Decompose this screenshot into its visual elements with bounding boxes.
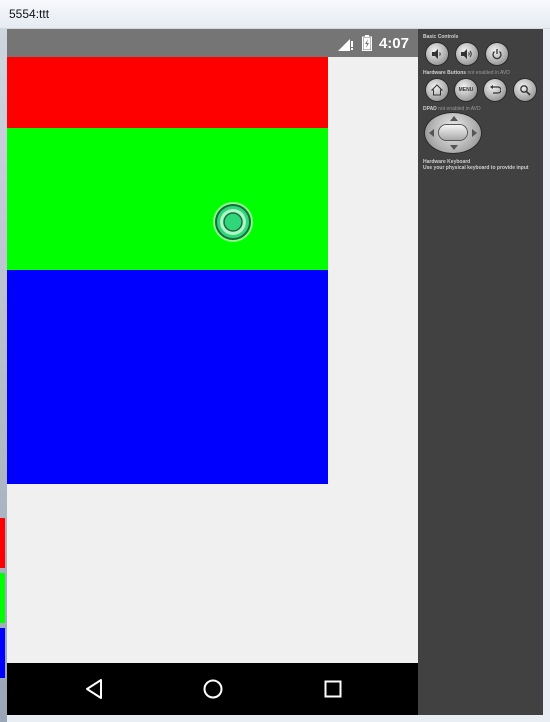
dpad-right-arrow-icon[interactable] (472, 129, 477, 137)
red-block[interactable] (7, 57, 328, 128)
dpad-label: DPAD not enabled in AVD (423, 106, 481, 112)
status-time: 4:07 (378, 35, 409, 52)
battery-icon (362, 35, 372, 51)
dpad-up-arrow-icon[interactable] (450, 116, 458, 121)
frame-green-strip (0, 573, 5, 623)
frame-red-strip (0, 518, 5, 568)
status-bar: 4:07 (7, 29, 418, 57)
home-icon (431, 84, 443, 96)
green-block[interactable] (7, 128, 328, 270)
blue-block[interactable] (7, 270, 328, 484)
volume-down-icon (432, 49, 441, 59)
search-icon (520, 85, 531, 96)
dpad-left-arrow-icon[interactable] (429, 129, 434, 137)
window-title: 5554:ttt (9, 7, 50, 21)
device-screen[interactable]: 4:07 (7, 29, 418, 715)
search-hardware-button[interactable] (514, 79, 536, 101)
dpad-control[interactable] (425, 113, 481, 153)
hardware-buttons-title: Hardware Buttons (423, 70, 467, 76)
power-icon (492, 49, 502, 60)
hardware-buttons-label: Hardware Buttons not enabled in AVD (423, 70, 510, 76)
dpad-down-arrow-icon[interactable] (450, 145, 458, 150)
home-hardware-button[interactable] (426, 79, 448, 101)
window-titlebar[interactable]: 5554:ttt (0, 0, 550, 29)
volume-up-icon (461, 49, 472, 59)
dpad-title: DPAD (423, 106, 437, 112)
power-button[interactable] (486, 43, 508, 65)
dpad-note: not enabled in AVD (438, 106, 481, 112)
touch-indicator-icon (213, 202, 253, 242)
frame-blue-strip (0, 628, 5, 678)
back-icon[interactable] (83, 677, 107, 701)
hardware-buttons-note: not enabled in AVD (467, 70, 510, 76)
navigation-bar (7, 663, 418, 715)
dpad-center-button[interactable] (439, 125, 467, 140)
menu-button-label: MENU (458, 87, 474, 93)
window-left-frame (0, 28, 7, 722)
emulator-controls-panel: Basic Controls Hardware Buttons not enab… (418, 29, 543, 715)
signal-icon (338, 39, 353, 51)
volume-down-button[interactable] (426, 43, 448, 65)
menu-hardware-button[interactable]: MENU (455, 79, 477, 101)
back-hardware-button[interactable] (484, 79, 506, 101)
back-arrow-icon (490, 85, 501, 94)
hardware-keyboard-note: Use your physical keyboard to provide in… (423, 165, 529, 171)
emulator-window: 5554:ttt 4:07 Basic Controls Hardware Bu… (0, 0, 550, 722)
basic-controls-label: Basic Controls (423, 34, 459, 40)
recents-icon[interactable] (321, 677, 345, 701)
volume-up-button[interactable] (456, 43, 478, 65)
home-icon[interactable] (201, 677, 225, 701)
